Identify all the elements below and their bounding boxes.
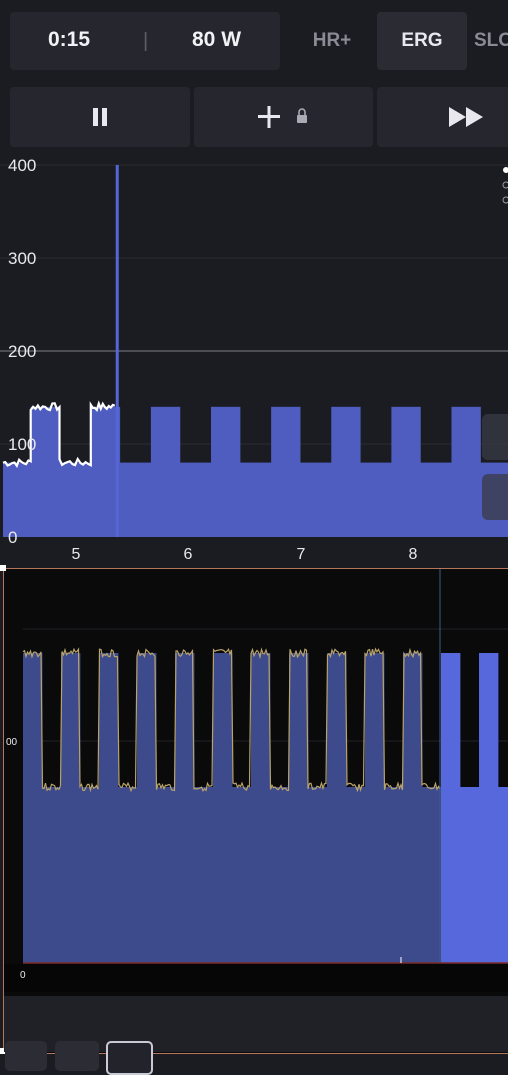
fast-forward-icon xyxy=(377,87,508,147)
bottom-tab-selected[interactable] xyxy=(106,1041,153,1075)
plus-icon xyxy=(258,106,280,128)
overview-interval-bar xyxy=(384,787,403,963)
x-axis: 5 6 7 8 xyxy=(72,546,418,563)
overview-interval-bar xyxy=(479,653,498,963)
skip-forward-button[interactable] xyxy=(377,87,508,147)
overview-interval-bar xyxy=(308,787,327,963)
overview-interval-bar xyxy=(137,653,156,963)
y-tick-label: 300 xyxy=(8,249,36,268)
bottom-tab[interactable] xyxy=(5,1041,47,1071)
overview-interval-bar xyxy=(23,653,42,963)
mode-slope-button[interactable]: SLO xyxy=(474,12,508,70)
plan-interval-bar xyxy=(451,407,480,537)
overview-interval-bar xyxy=(346,787,365,963)
overview-interval-bar xyxy=(80,787,99,963)
plan-interval-bar xyxy=(331,407,360,537)
page-dot[interactable] xyxy=(503,167,508,173)
plan-interval-bar xyxy=(360,463,392,537)
resize-handle[interactable] xyxy=(0,565,6,571)
y-tick-label: 0 xyxy=(8,528,17,547)
x-tick-label: 8 xyxy=(409,546,418,563)
plan-interval-bar xyxy=(271,407,300,537)
overview-interval-bar xyxy=(365,653,384,963)
overview-interval-bar xyxy=(327,653,346,963)
pause-icon xyxy=(10,87,190,147)
pause-button[interactable] xyxy=(10,87,190,147)
plan-interval-bar xyxy=(60,463,92,537)
overview-interval-bar xyxy=(194,787,213,963)
overview-interval-bar xyxy=(175,653,194,963)
plan-interval-bar xyxy=(420,463,452,537)
page-dot[interactable] xyxy=(503,197,508,203)
overview-interval-bar xyxy=(61,653,80,963)
power-readout: 80 W xyxy=(192,28,241,52)
overview-y-tick: 00 xyxy=(6,737,18,748)
plan-interval-bar xyxy=(120,463,152,537)
status-divider: | xyxy=(143,30,148,53)
workout-chart[interactable]: 400 300 200 100 0 5 6 7 8 xyxy=(0,152,508,566)
side-panel-button[interactable] xyxy=(482,474,508,520)
x-tick-label: 6 xyxy=(184,546,193,563)
overview-interval-bar xyxy=(99,653,118,963)
overview-interval-bar xyxy=(460,787,479,963)
y-tick-label: 200 xyxy=(8,342,36,361)
mode-erg-button[interactable]: ERG xyxy=(377,12,467,70)
overview-interval-bar xyxy=(232,787,251,963)
plan-interval-bar xyxy=(391,407,420,537)
status-bar: 0:15 | 80 W HR+ ERG SLO xyxy=(0,0,508,82)
plan-interval-bar xyxy=(240,463,272,537)
plan-bars xyxy=(3,407,508,537)
plan-interval-bar xyxy=(180,463,212,537)
overview-bars xyxy=(23,653,508,963)
overview-interval-bar xyxy=(403,653,422,963)
plan-interval-bar xyxy=(300,463,332,537)
side-panel-button[interactable] xyxy=(482,414,508,460)
overview-interval-bar xyxy=(289,653,308,963)
elapsed-time: 0:15 xyxy=(48,28,90,52)
overview-interval-bar xyxy=(213,653,232,963)
add-interval-button[interactable] xyxy=(194,87,373,147)
plan-interval-bar xyxy=(151,407,180,537)
overview-interval-bar xyxy=(156,787,175,963)
overview-interval-bar xyxy=(251,653,270,963)
lock-icon xyxy=(297,109,307,123)
page-indicator[interactable] xyxy=(503,167,508,203)
overview-interval-bar xyxy=(441,653,460,963)
y-tick-label: 100 xyxy=(8,435,36,454)
overview-interval-bar xyxy=(42,787,61,963)
overview-interval-bar xyxy=(498,787,508,963)
bottom-tab[interactable] xyxy=(55,1041,99,1071)
overview-y-tick: 0 xyxy=(20,970,26,981)
overview-interval-bar xyxy=(118,787,137,963)
overview-chart[interactable]: 00 0 xyxy=(4,569,508,1053)
plan-interval-bar xyxy=(3,463,31,537)
plan-interval-bar xyxy=(211,407,240,537)
status-pill: 0:15 | 80 W xyxy=(10,12,280,70)
y-tick-label: 400 xyxy=(8,156,36,175)
overview-interval-bar xyxy=(422,787,441,963)
x-tick-label: 5 xyxy=(72,546,81,563)
plan-interval-bar xyxy=(31,407,60,537)
x-tick-label: 7 xyxy=(297,546,306,563)
overview-interval-bar xyxy=(270,787,289,963)
grid-lines xyxy=(0,165,508,444)
overview-chart-panel[interactable]: 00 0 xyxy=(3,568,508,1054)
overview-axis-band xyxy=(4,964,508,992)
mode-hr-plus-button[interactable]: HR+ xyxy=(296,12,368,70)
page-dot[interactable] xyxy=(503,182,508,188)
